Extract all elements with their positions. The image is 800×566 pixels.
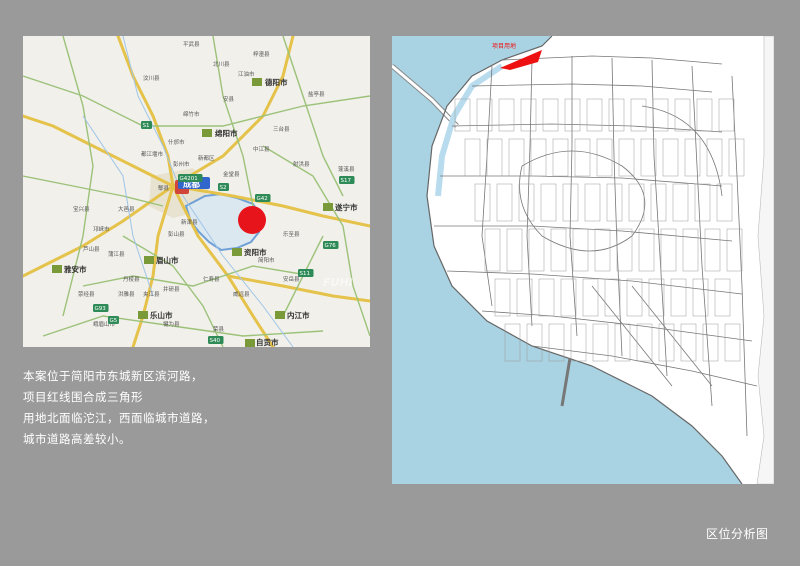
county-label: 彭山县 — [168, 230, 185, 238]
svg-text:G5: G5 — [110, 318, 118, 324]
highway-shield: S40 — [208, 336, 224, 344]
svg-text:S1: S1 — [143, 123, 150, 129]
county-label: 丹棱县 — [123, 275, 140, 283]
highway-shield: G5 — [108, 316, 119, 324]
county-label: 安岳县 — [283, 275, 300, 283]
county-label: 乐至县 — [283, 231, 300, 238]
yaan-marker — [52, 265, 62, 273]
county-label: 邛崃市 — [93, 225, 110, 233]
city-label-neijiang: 内江市 — [287, 310, 310, 320]
city-label-leshan: 乐山市 — [150, 310, 173, 320]
svg-text:G42: G42 — [257, 196, 268, 202]
city-label-meishan: 眉山市 — [156, 255, 179, 265]
county-label: 北川县 — [213, 60, 230, 68]
county-label: 中江县 — [253, 145, 270, 153]
county-label: 蓬溪县 — [338, 165, 355, 173]
county-label: 汶川县 — [143, 74, 160, 82]
highway-shield: S2 — [218, 183, 229, 191]
highway-shield: S17 — [339, 176, 355, 184]
description-line: 项目红线围合成三角形 — [23, 390, 143, 404]
svg-text:S2: S2 — [220, 185, 227, 191]
ziyang-marker — [232, 248, 242, 256]
svg-text:G93: G93 — [95, 306, 107, 312]
county-label: 梓潼县 — [253, 50, 270, 58]
county-label: 什邡市 — [168, 138, 185, 146]
city-label-ziyang: 资阳市 — [244, 247, 267, 257]
project-site-label: 项目用地 — [492, 42, 516, 50]
description-block: 本案位于简阳市东城新区滨河路， 项目红线围合成三角形 用地北面临沱江，西面临城市… — [23, 366, 363, 450]
description-line: 用地北面临沱江，西面临城市道路， — [23, 411, 215, 425]
county-label: 荣县 — [213, 325, 225, 333]
deyang-marker — [202, 129, 212, 137]
county-label: 都江堰市 — [141, 150, 164, 158]
county-label: 洪雅县 — [118, 290, 135, 298]
county-label: 江油市 — [238, 70, 255, 78]
county-label: 大邑县 — [118, 205, 135, 213]
county-label: 井研县 — [163, 285, 180, 293]
county-label: 仁寿县 — [203, 275, 220, 283]
county-label: 绵竹市 — [183, 110, 200, 118]
svg-text:S40: S40 — [210, 338, 221, 344]
county-label: 彭州市 — [173, 160, 190, 168]
county-label: 荥经县 — [78, 290, 95, 298]
county-label: 犍为县 — [163, 320, 180, 328]
map-watermark: FUHI — [323, 276, 353, 289]
highway-shield: G93 — [93, 304, 109, 312]
page-title: 区位分析图 — [706, 527, 769, 541]
county-label: 简阳市 — [258, 256, 275, 264]
site-plan-canvas: 项目用地 — [392, 36, 774, 484]
leshan-marker — [138, 311, 148, 319]
highway-shield: G76 — [323, 241, 339, 249]
county-label: 郫县 — [158, 184, 170, 192]
highway-shield: G42 — [255, 194, 271, 202]
suining-marker — [323, 203, 333, 211]
city-label-yaan: 雅安市 — [64, 264, 87, 274]
county-label: 新津县 — [181, 218, 198, 226]
city-label-deyang: 绵阳市 — [215, 128, 238, 138]
svg-text:G76: G76 — [325, 243, 337, 249]
county-label: 安县 — [223, 95, 235, 103]
project-location-marker — [238, 206, 266, 234]
svg-text:S11: S11 — [300, 271, 311, 277]
regional-map-canvas: 德阳市 绵阳市 遂宁市 资阳市 眉山市 雅安市 乐山市 内江市 自贡市 成都 汶… — [23, 36, 370, 347]
county-label: 新都区 — [198, 154, 215, 162]
highway-shield: G4201 — [178, 174, 203, 182]
county-label: 射洪县 — [293, 160, 310, 168]
county-label: 芦山县 — [83, 245, 100, 253]
zigong-marker — [245, 339, 255, 347]
description-line: 城市道路高差较小。 — [23, 432, 131, 446]
neijiang-marker — [275, 311, 285, 319]
city-label-suining: 遂宁市 — [335, 202, 358, 212]
highway-shield: S11 — [298, 269, 314, 277]
site-plan-map: 项目用地 — [392, 36, 774, 484]
highway-shield: S1 — [141, 121, 152, 129]
county-label: 宝兴县 — [73, 205, 90, 213]
county-label: 夹江县 — [143, 290, 160, 298]
county-label: 蒲江县 — [108, 250, 125, 258]
county-label: 威远县 — [233, 290, 250, 298]
city-label-mianyang: 德阳市 — [265, 77, 288, 87]
description-line: 本案位于简阳市东城新区滨河路， — [23, 369, 203, 383]
meishan-marker — [144, 256, 154, 264]
city-label-zigong: 自贡市 — [256, 337, 279, 347]
mianyang-marker — [252, 78, 262, 86]
svg-text:G4201: G4201 — [180, 176, 198, 182]
county-label: 金堂县 — [223, 170, 240, 178]
regional-map: 德阳市 绵阳市 遂宁市 资阳市 眉山市 雅安市 乐山市 内江市 自贡市 成都 汶… — [23, 36, 370, 347]
svg-text:S17: S17 — [341, 178, 352, 184]
county-label: 平武县 — [183, 40, 200, 48]
county-label: 三台县 — [273, 125, 290, 133]
county-label: 盐亭县 — [308, 90, 325, 98]
